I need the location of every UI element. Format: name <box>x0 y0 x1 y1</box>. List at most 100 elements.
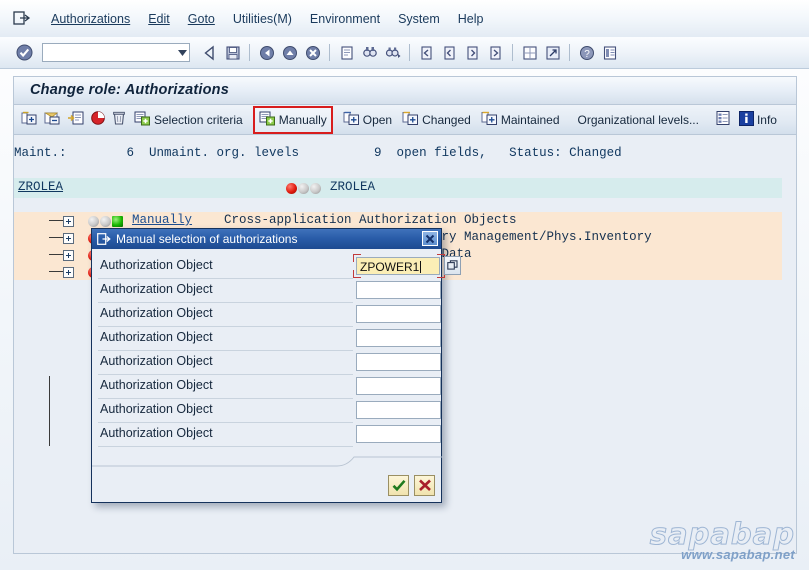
manually-icon <box>259 110 276 129</box>
menu-item-authorizations[interactable]: Authorizations <box>42 9 139 29</box>
stop-x-icon[interactable] <box>302 42 323 63</box>
previous-page-icon[interactable] <box>439 42 460 63</box>
cancel-button[interactable] <box>414 475 435 496</box>
changed-button[interactable]: Changed <box>399 109 474 131</box>
open-button[interactable]: Open <box>340 109 395 131</box>
application-toolbar: Selection criteria Manually Open Changed… <box>14 105 796 135</box>
info-button[interactable]: Info <box>736 109 780 131</box>
manually-button[interactable]: Manually <box>252 105 333 134</box>
maintained-button[interactable]: Maintained <box>478 109 563 131</box>
authorization-object-row[interactable]: Authorization Object <box>92 279 441 303</box>
authorization-object-input[interactable]: ZPOWER1 <box>356 257 440 275</box>
field-label: Authorization Object <box>100 258 213 272</box>
collapse-subtree-button[interactable] <box>42 109 63 131</box>
text-caret <box>420 261 422 273</box>
expand-node-icon[interactable] <box>63 233 74 244</box>
authorization-object-row[interactable]: Authorization Object <box>92 351 441 375</box>
find-icon[interactable] <box>359 42 380 63</box>
selection-criteria-button[interactable]: Selection criteria <box>131 109 246 131</box>
field-label: Authorization Object <box>100 354 213 368</box>
maintenance-status-line: Maint.: 6 Unmaint. org. levels 9 open fi… <box>14 146 622 160</box>
chevron-down-icon[interactable] <box>175 44 189 61</box>
print-icon[interactable] <box>336 42 357 63</box>
authorization-object-row[interactable]: Authorization Object <box>92 399 441 423</box>
menu-item-utilities[interactable]: Utilities(M) <box>224 9 301 29</box>
expand-node-icon[interactable] <box>63 250 74 261</box>
exit-icon[interactable] <box>256 42 277 63</box>
confirm-button[interactable] <box>388 475 409 496</box>
authorization-object-input[interactable] <box>356 377 441 395</box>
authorization-object-input[interactable] <box>356 329 441 347</box>
authorization-object-row[interactable]: Authorization Object <box>92 303 441 327</box>
deactivate-icon <box>90 110 106 129</box>
command-field[interactable] <box>42 43 190 62</box>
selection-criteria-icon <box>134 110 151 129</box>
expand-node-icon[interactable] <box>63 267 74 278</box>
authorization-object-row[interactable]: Authorization Object ZPOWER1 <box>92 254 461 279</box>
menu-item-environment[interactable]: Environment <box>301 9 389 29</box>
expand-subtree-button[interactable] <box>19 109 40 131</box>
field-label: Authorization Object <box>100 402 213 416</box>
menu-item-system[interactable]: System <box>389 9 449 29</box>
deactivate-button[interactable] <box>88 109 108 131</box>
app-button-label: Maintained <box>500 112 560 127</box>
authorization-object-input[interactable] <box>356 281 441 299</box>
expand-all-icon <box>21 110 38 129</box>
toolbar-divider <box>409 44 410 61</box>
sap-dialog-icon <box>97 233 111 245</box>
search-help-icon[interactable] <box>444 256 461 275</box>
authorization-object-row[interactable]: Authorization Object <box>92 327 441 351</box>
authorization-object-input[interactable] <box>356 401 441 419</box>
organizational-levels-button[interactable]: Organizational levels... <box>575 109 702 131</box>
find-next-icon[interactable] <box>382 42 403 63</box>
info-icon <box>738 110 754 129</box>
field-label: Authorization Object <box>100 282 213 296</box>
first-page-icon[interactable] <box>416 42 437 63</box>
row-divider <box>98 446 353 447</box>
dialog-title: Manual selection of authorizations <box>116 232 298 246</box>
collapse-all-icon <box>44 110 61 129</box>
create-session-icon[interactable] <box>519 42 540 63</box>
tree-header-row[interactable]: ZROLEA ZROLEA <box>14 178 782 198</box>
toolbar-divider <box>329 44 330 61</box>
screen-title-bar: Change role: Authorizations <box>13 76 797 105</box>
menu-item-label: System <box>398 11 440 26</box>
customize-layout-icon[interactable] <box>599 42 620 63</box>
cancel-up-icon[interactable] <box>279 42 300 63</box>
watermark: sapabap www.sapabap.net <box>649 517 795 563</box>
delete-button[interactable] <box>110 109 128 131</box>
back-arrow-icon[interactable] <box>199 42 220 63</box>
tree-header-name: ZROLEA <box>18 180 64 194</box>
tree-elbow <box>49 254 63 255</box>
dialog-title-bar[interactable]: Manual selection of authorizations <box>92 229 441 249</box>
help-question-icon[interactable]: ? <box>576 42 597 63</box>
list-button[interactable] <box>713 109 733 131</box>
app-button-label: Open <box>362 112 393 127</box>
next-page-icon[interactable] <box>462 42 483 63</box>
app-button-label: Info <box>756 112 777 127</box>
table-row[interactable]: Manually Cross-application Authorization… <box>14 212 782 229</box>
last-page-icon[interactable] <box>485 42 506 63</box>
enter-ok-icon[interactable] <box>14 43 34 63</box>
menu-item-label: Goto <box>187 11 215 26</box>
menu-item-edit[interactable]: Edit <box>139 9 179 29</box>
app-button-label: Changed <box>422 112 471 127</box>
authorization-object-row[interactable]: Authorization Object <box>92 423 441 447</box>
tree-node-object[interactable]: Manually <box>132 213 192 227</box>
sap-logoff-icon[interactable] <box>8 9 36 29</box>
authorization-object-input[interactable] <box>356 425 441 443</box>
menu-item-goto[interactable]: Goto <box>179 9 224 29</box>
close-icon[interactable] <box>422 231 438 246</box>
tree-elbow <box>49 237 63 238</box>
authorization-object-row[interactable]: Authorization Object <box>92 375 441 399</box>
menu-item-help[interactable]: Help <box>449 9 493 29</box>
watermark-logo: sapabap <box>649 517 795 551</box>
expand-node-icon[interactable] <box>63 216 74 227</box>
sap-gui-window: Authorizations Edit Goto Utilities(M) En… <box>0 0 809 570</box>
create-shortcut-icon[interactable] <box>542 42 563 63</box>
save-floppy-icon[interactable] <box>222 42 243 63</box>
copy-authorization-button[interactable] <box>65 109 86 131</box>
menu-item-label: Utilities(M) <box>232 11 292 26</box>
authorization-object-input[interactable] <box>356 353 441 371</box>
authorization-object-input[interactable] <box>356 305 441 323</box>
